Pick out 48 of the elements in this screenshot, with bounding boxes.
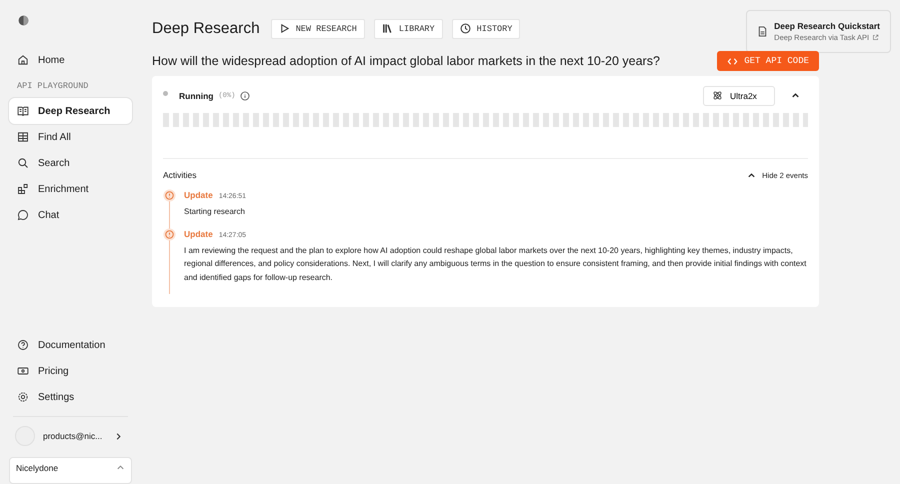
table-icon <box>17 131 29 143</box>
event-text: I am reviewing the request and the plan to explore how AI adoption could reshape global labor markets over the next 10-20 years, highlighting key themes, industry impacts, regional differences, and policy considerations. Next, I will clarify any ambiguous terms in the question to ensure consistent framing, and then provide initial findings with context and identified gaps for follow-up research. <box>184 244 808 284</box>
account-menu[interactable]: products@nic... <box>9 425 132 447</box>
search-icon <box>17 157 29 169</box>
settings-icon <box>17 391 29 403</box>
page-title: Deep Research <box>152 20 260 38</box>
clock-icon <box>460 23 471 34</box>
library-icon <box>382 23 393 34</box>
banknote-icon <box>17 365 29 377</box>
external-link-icon <box>872 34 880 41</box>
toolbar-button[interactable]: LIBRARY <box>374 18 443 38</box>
processor-selector[interactable]: Ultra2x <box>703 86 775 106</box>
nav-item[interactable]: Chat <box>9 202 132 228</box>
activities-title: Activities <box>163 170 197 180</box>
nav-item[interactable]: Find All <box>9 124 132 150</box>
event-text: Starting research <box>184 206 246 218</box>
quickstart-title: Deep Research Quickstart <box>774 21 880 31</box>
update-icon <box>163 228 176 240</box>
home-icon <box>17 54 29 66</box>
nav-item[interactable]: Home <box>9 47 132 73</box>
play-icon <box>278 23 290 34</box>
status-dot <box>163 91 168 96</box>
chat-icon <box>17 209 29 221</box>
update-icon <box>163 189 176 202</box>
nav-item[interactable]: Pricing <box>9 358 132 384</box>
help-icon <box>17 339 29 351</box>
logo-icon <box>17 14 30 27</box>
book-icon <box>17 105 29 117</box>
nav-item[interactable]: Search <box>9 150 132 176</box>
nav-item[interactable]: Enrichment <box>9 176 132 202</box>
section-label: API PLAYGROUND <box>17 81 90 91</box>
code-icon <box>727 56 738 66</box>
nav-item[interactable]: Deep Research <box>9 98 132 124</box>
chevron-right-icon <box>114 432 124 440</box>
document-icon <box>757 26 768 37</box>
event-type: Update <box>184 189 213 202</box>
nav-item[interactable]: Documentation <box>9 332 132 358</box>
toolbar-button[interactable]: NEW RESEARCH <box>270 18 365 38</box>
organization-switcher[interactable]: Nicelydone <box>9 457 132 484</box>
event-type: Update <box>184 228 213 240</box>
blocks-icon <box>17 183 29 195</box>
toolbar-button[interactable]: HISTORY <box>452 18 520 38</box>
status-label: Running <box>179 90 214 100</box>
nav-item[interactable]: Settings <box>9 384 132 410</box>
info-icon <box>240 90 250 100</box>
research-question: How will the widespread adoption of AI impact global labor markets in the next 10-20 years? <box>152 54 660 68</box>
atom-icon <box>712 90 723 101</box>
chevron-up-icon <box>747 170 756 180</box>
